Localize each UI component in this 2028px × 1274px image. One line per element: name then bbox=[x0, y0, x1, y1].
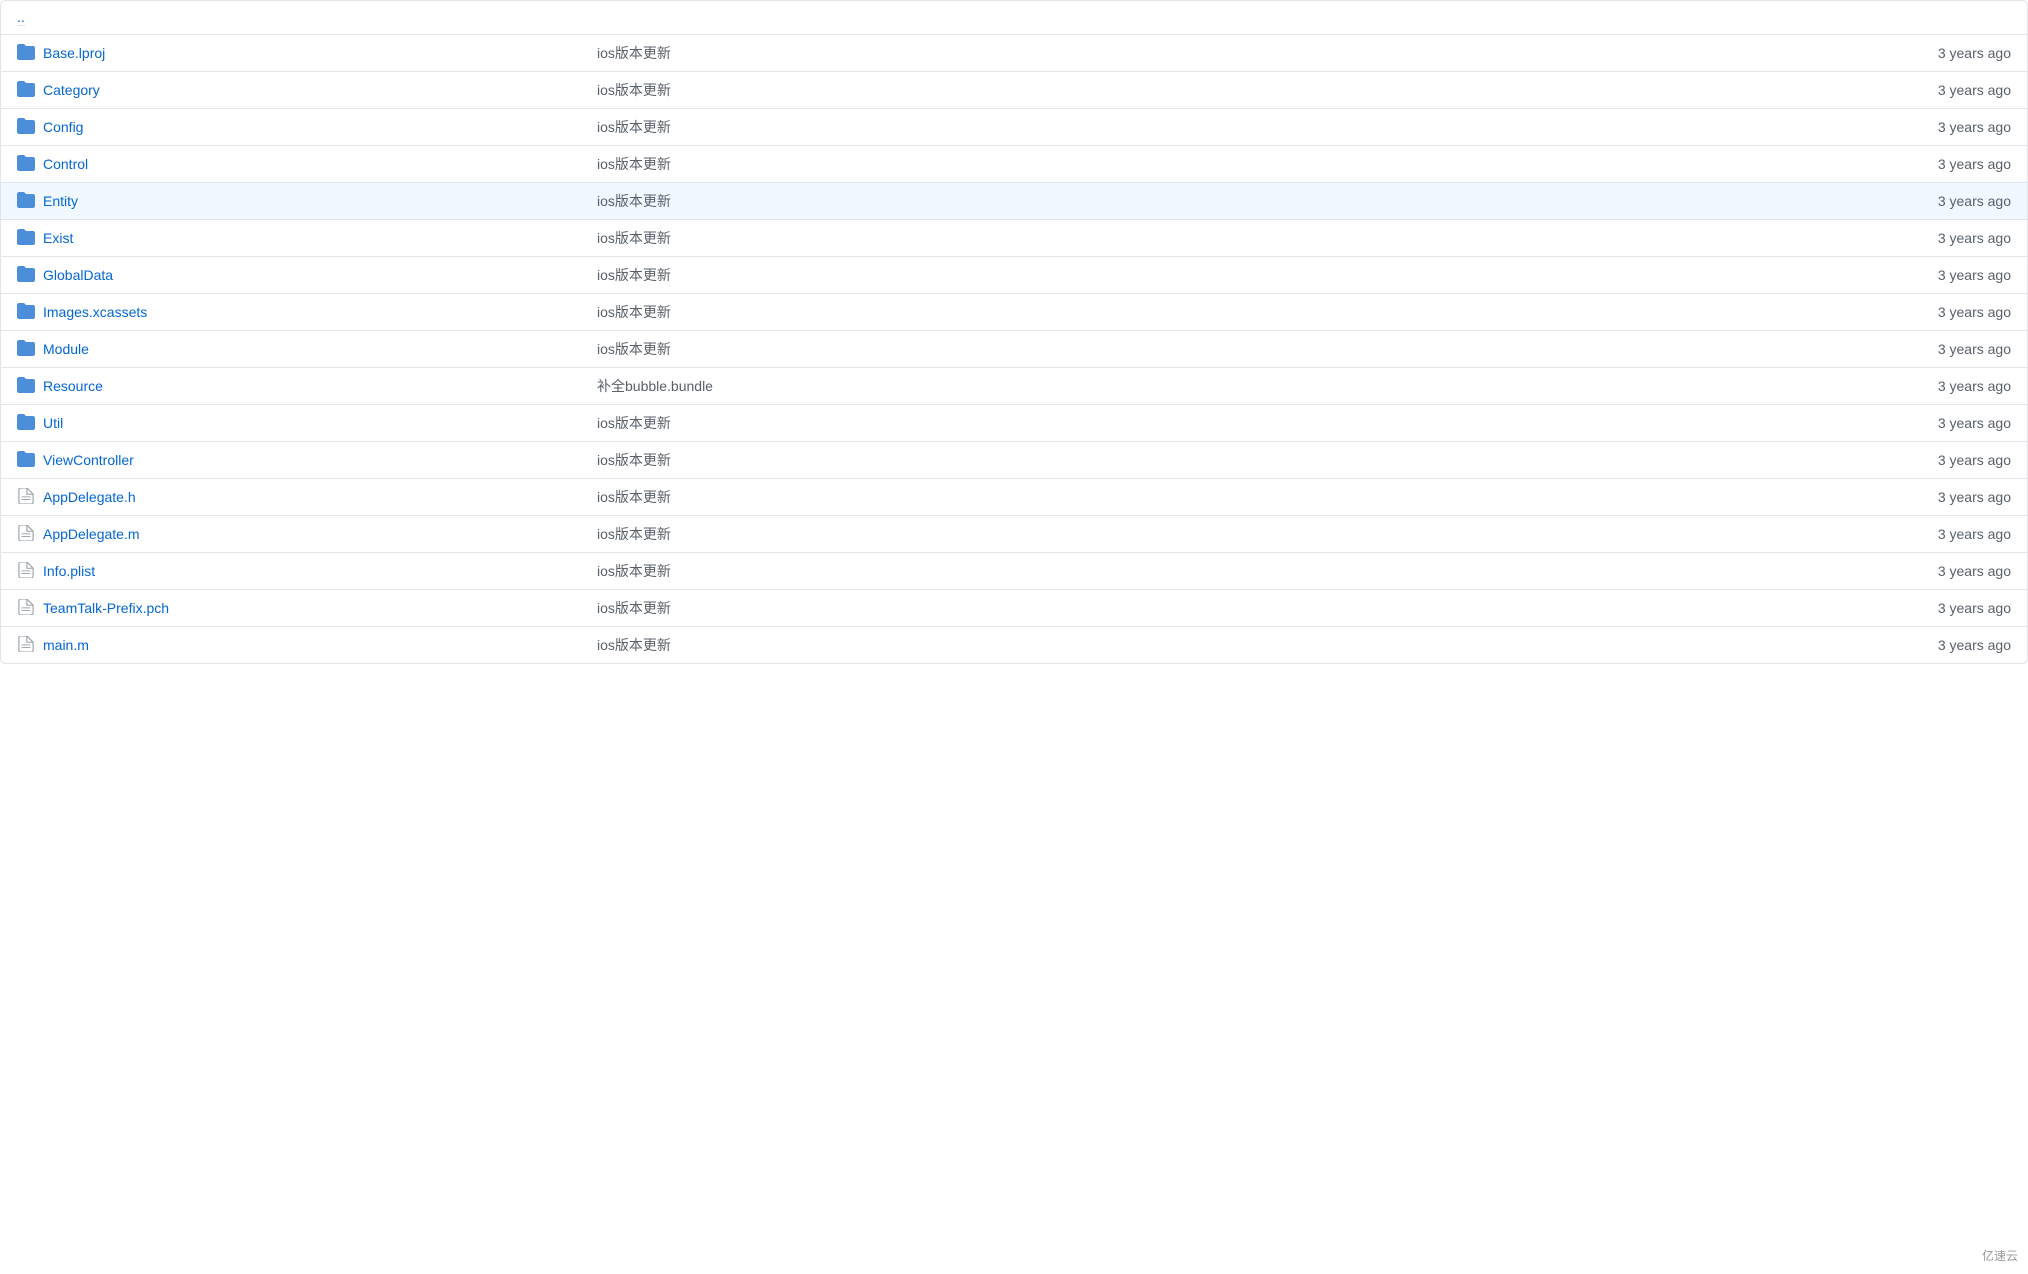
table-row[interactable]: TeamTalk-Prefix.pch ios版本更新3 years ago bbox=[1, 590, 2027, 627]
commit-time: 3 years ago bbox=[1811, 304, 2011, 320]
table-row[interactable]: Base.lproj ios版本更新3 years ago bbox=[1, 35, 2027, 72]
table-row[interactable]: Util ios版本更新3 years ago bbox=[1, 405, 2027, 442]
commit-time: 3 years ago bbox=[1811, 415, 2011, 431]
table-row[interactable]: Resource 补全bubble.bundle3 years ago bbox=[1, 368, 2027, 405]
commit-time: 3 years ago bbox=[1811, 193, 2011, 209]
folder-icon bbox=[17, 340, 35, 359]
commit-message: ios版本更新 bbox=[597, 80, 1811, 100]
folder-icon bbox=[17, 81, 35, 100]
commit-message: ios版本更新 bbox=[597, 43, 1811, 63]
commit-time: 3 years ago bbox=[1811, 45, 2011, 61]
folder-icon bbox=[17, 414, 35, 433]
commit-time: 3 years ago bbox=[1811, 82, 2011, 98]
commit-message: ios版本更新 bbox=[597, 598, 1811, 618]
file-table: .. Base.lprojios版本更新3 years ago Category… bbox=[0, 0, 2028, 664]
table-row[interactable]: Module ios版本更新3 years ago bbox=[1, 331, 2027, 368]
file-link[interactable]: Exist bbox=[43, 230, 73, 246]
commit-message: ios版本更新 bbox=[597, 117, 1811, 137]
commit-time: 3 years ago bbox=[1811, 267, 2011, 283]
table-row[interactable]: GlobalData ios版本更新3 years ago bbox=[1, 257, 2027, 294]
table-row[interactable]: Exist ios版本更新3 years ago bbox=[1, 220, 2027, 257]
commit-time: 3 years ago bbox=[1811, 230, 2011, 246]
file-link[interactable]: Info.plist bbox=[43, 563, 95, 579]
table-row[interactable]: Info.plist ios版本更新3 years ago bbox=[1, 553, 2027, 590]
file-link[interactable]: AppDelegate.h bbox=[43, 489, 136, 505]
commit-time: 3 years ago bbox=[1811, 637, 2011, 653]
commit-time: 3 years ago bbox=[1811, 378, 2011, 394]
file-icon bbox=[17, 525, 35, 544]
commit-message: ios版本更新 bbox=[597, 154, 1811, 174]
folder-icon bbox=[17, 451, 35, 470]
commit-message: ios版本更新 bbox=[597, 524, 1811, 544]
file-link[interactable]: Util bbox=[43, 415, 63, 431]
commit-time: 3 years ago bbox=[1811, 563, 2011, 579]
folder-icon bbox=[17, 44, 35, 63]
folder-icon bbox=[17, 229, 35, 248]
file-link[interactable]: Images.xcassets bbox=[43, 304, 147, 320]
commit-time: 3 years ago bbox=[1811, 489, 2011, 505]
commit-time: 3 years ago bbox=[1811, 600, 2011, 616]
file-link[interactable]: Module bbox=[43, 341, 89, 357]
table-row[interactable]: Config ios版本更新3 years ago bbox=[1, 109, 2027, 146]
table-row[interactable]: AppDelegate.h ios版本更新3 years ago bbox=[1, 479, 2027, 516]
table-row[interactable]: main.m ios版本更新3 years ago bbox=[1, 627, 2027, 663]
commit-message: ios版本更新 bbox=[597, 265, 1811, 285]
commit-message: ios版本更新 bbox=[597, 487, 1811, 507]
table-row[interactable]: ViewController ios版本更新3 years ago bbox=[1, 442, 2027, 479]
file-link[interactable]: Base.lproj bbox=[43, 45, 105, 61]
file-icon bbox=[17, 488, 35, 507]
file-link[interactable]: Config bbox=[43, 119, 83, 135]
folder-icon bbox=[17, 377, 35, 396]
commit-time: 3 years ago bbox=[1811, 341, 2011, 357]
file-icon bbox=[17, 562, 35, 581]
folder-icon bbox=[17, 266, 35, 285]
commit-time: 3 years ago bbox=[1811, 526, 2011, 542]
file-link[interactable]: Entity bbox=[43, 193, 78, 209]
watermark: 亿速云 bbox=[1982, 1247, 2018, 1264]
table-row[interactable]: Category ios版本更新3 years ago bbox=[1, 72, 2027, 109]
file-link[interactable]: AppDelegate.m bbox=[43, 526, 140, 542]
commit-message: ios版本更新 bbox=[597, 228, 1811, 248]
commit-message: 补全bubble.bundle bbox=[597, 376, 1811, 396]
commit-time: 3 years ago bbox=[1811, 452, 2011, 468]
commit-message: ios版本更新 bbox=[597, 635, 1811, 655]
folder-icon bbox=[17, 118, 35, 137]
commit-message: ios版本更新 bbox=[597, 339, 1811, 359]
file-icon bbox=[17, 636, 35, 655]
folder-icon bbox=[17, 155, 35, 174]
file-link[interactable]: Category bbox=[43, 82, 100, 98]
folder-icon bbox=[17, 303, 35, 322]
parent-link[interactable]: .. bbox=[17, 9, 25, 26]
parent-row[interactable]: .. bbox=[1, 1, 2027, 35]
commit-time: 3 years ago bbox=[1811, 156, 2011, 172]
commit-message: ios版本更新 bbox=[597, 561, 1811, 581]
table-row[interactable]: AppDelegate.m ios版本更新3 years ago bbox=[1, 516, 2027, 553]
commit-message: ios版本更新 bbox=[597, 413, 1811, 433]
file-icon bbox=[17, 599, 35, 618]
file-link[interactable]: TeamTalk-Prefix.pch bbox=[43, 600, 169, 616]
file-link[interactable]: main.m bbox=[43, 637, 89, 653]
file-link[interactable]: Resource bbox=[43, 378, 103, 394]
table-row[interactable]: Entity ios版本更新3 years ago bbox=[1, 183, 2027, 220]
table-row[interactable]: Images.xcassets ios版本更新3 years ago bbox=[1, 294, 2027, 331]
file-link[interactable]: GlobalData bbox=[43, 267, 113, 283]
folder-icon bbox=[17, 192, 35, 211]
commit-message: ios版本更新 bbox=[597, 302, 1811, 322]
commit-message: ios版本更新 bbox=[597, 191, 1811, 211]
commit-time: 3 years ago bbox=[1811, 119, 2011, 135]
file-link[interactable]: ViewController bbox=[43, 452, 134, 468]
table-row[interactable]: Control ios版本更新3 years ago bbox=[1, 146, 2027, 183]
file-link[interactable]: Control bbox=[43, 156, 88, 172]
commit-message: ios版本更新 bbox=[597, 450, 1811, 470]
